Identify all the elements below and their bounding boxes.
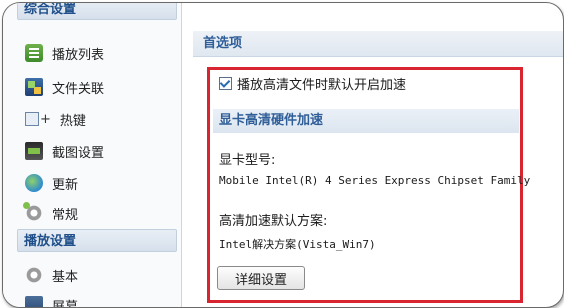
screenshot-icon [25,142,43,160]
file-association-icon [25,78,43,96]
sidebar-item-file-association[interactable]: 文件关联 [25,75,175,99]
hd-accel-checkbox-label: 播放高清文件时默认开启加速 [237,77,407,93]
sidebar-item-label: 更新 [52,177,79,193]
sidebar-item-label: 屏幕 [52,299,79,308]
basic-gear-icon [25,266,43,284]
hd-accel-checkbox[interactable] [219,76,232,90]
gpu-acceleration-header: 显卡高清硬件加速 [213,109,519,133]
playlist-icon [25,44,43,62]
sidebar-item-label: 基本 [52,269,79,285]
sidebar-item-label: 播放列表 [52,47,105,63]
sidebar-item-update[interactable]: 更新 [25,171,175,195]
default-scheme-value: Intel解决方案(Vista_Win7) [219,238,376,251]
sidebar-item-screen[interactable]: 屏幕 [25,293,175,308]
gpu-model-label: 显卡型号: [219,153,276,168]
section-header-playback[interactable]: 播放设置 [17,229,177,252]
screen-icon [25,296,43,307]
default-scheme-label: 高清加速默认方案: [219,214,328,229]
settings-window: 综合设置 播放列表 文件关联 + 热键 截图设置 更新 常规 播放设置 基本 屏… [2,2,564,308]
section-header-general[interactable]: 综合设置 [17,3,177,20]
sidebar-item-label: 常规 [52,207,79,223]
sidebar-item-playlist[interactable]: 播放列表 [25,41,175,65]
sidebar-item-label: 截图设置 [52,145,105,161]
details-settings-button[interactable]: 详细设置 [217,266,305,290]
hotkey-icon [25,112,39,126]
sidebar-item-hotkey[interactable]: + 热键 [25,107,175,131]
sidebar-item-screenshot[interactable]: 截图设置 [25,139,175,163]
sidebar-item-basic[interactable]: 基本 [25,263,175,287]
gpu-model-value: Mobile Intel(R) 4 Series Express Chipset… [219,174,531,187]
sidebar-item-label: 文件关联 [52,81,105,97]
settings-main-panel: 首选项 播放高清文件时默认开启加速 显卡高清硬件加速 显卡型号: Mobile … [187,3,563,307]
settings-sidebar: 综合设置 播放列表 文件关联 + 热键 截图设置 更新 常规 播放设置 基本 屏… [3,3,182,307]
sidebar-item-label: 热键 [59,113,86,129]
plus-icon: + [40,111,51,127]
general-gear-icon [23,202,43,222]
update-icon [25,174,43,192]
sidebar-item-general[interactable]: 常规 [23,201,175,225]
preferences-header: 首选项 [193,31,563,57]
hd-accel-checkbox-row[interactable]: 播放高清文件时默认开启加速 [219,73,406,93]
